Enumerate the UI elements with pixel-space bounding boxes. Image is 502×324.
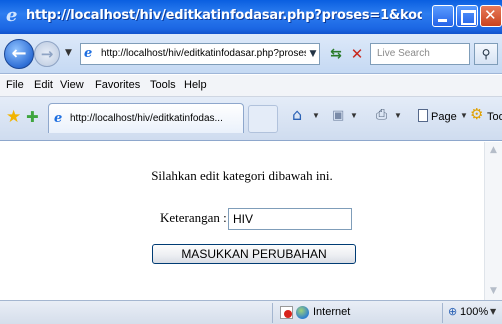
keterangan-input[interactable]: HIV (228, 208, 352, 230)
close-button[interactable] (480, 5, 502, 27)
print-dropdown-icon[interactable]: ▼ (394, 111, 402, 120)
zoom-icon[interactable]: ⊕ (448, 305, 457, 318)
page-menu[interactable]: Page (431, 111, 457, 123)
security-zone: Internet (313, 306, 351, 318)
zoom-level[interactable]: 100% (460, 306, 488, 318)
browser-window: e http://localhost/hiv/editkatinfodasar.… (0, 0, 502, 324)
back-arrow-icon: ← (11, 43, 27, 64)
home-icon[interactable]: ⌂ (292, 107, 302, 123)
menu-edit[interactable]: Edit (34, 79, 53, 91)
add-favorite-icon[interactable]: ✚ (26, 109, 39, 126)
menu-help[interactable]: Help (184, 79, 207, 91)
zoom-dropdown-icon[interactable]: ▼ (490, 307, 496, 316)
window-title: http://localhost/hiv/editkatinfodasar.ph… (26, 8, 422, 23)
instruction-text: Silahkan edit kategori dibawah ini. (151, 168, 333, 183)
new-tab-button[interactable] (248, 105, 278, 133)
chevron-down-icon[interactable]: ▼ (65, 48, 72, 58)
url-dropdown-icon[interactable]: ▼ (307, 45, 319, 63)
minimize-button[interactable] (432, 5, 454, 27)
protected-mode-icon (280, 306, 293, 319)
page-icon[interactable] (418, 109, 428, 122)
forward-arrow-icon: → (40, 45, 54, 63)
page-favicon-icon: e (84, 46, 93, 61)
address-bar: ← → ▼ e http://localhost/hiv/editkatinfo… (0, 34, 502, 74)
status-bar: Internet ⊕ 100% ▼ (0, 300, 502, 324)
feeds-icon[interactable]: ▣ (332, 109, 344, 123)
menu-file[interactable]: File (6, 79, 24, 91)
stop-icon[interactable]: ✕ (348, 43, 366, 65)
tab-label: http://localhost/hiv/editkatinfodas... (70, 113, 223, 124)
printer-icon[interactable]: ⎙ (376, 108, 387, 122)
maximize-button[interactable] (456, 5, 478, 27)
tools-gear-icon[interactable]: ⚙ (470, 107, 483, 122)
menu-favorites[interactable]: Favorites (95, 79, 140, 91)
back-button[interactable]: ← (4, 39, 34, 69)
page-dropdown-icon[interactable]: ▼ (460, 111, 468, 120)
scroll-down-icon[interactable]: ▼ (485, 283, 502, 300)
keterangan-label: Keterangan : (160, 210, 227, 225)
tab-current[interactable]: e http://localhost/hiv/editkatinfodas... (48, 103, 244, 133)
tab-favicon-icon: e (54, 111, 63, 126)
search-placeholder: Live Search (377, 48, 430, 59)
feeds-dropdown-icon[interactable]: ▼ (350, 111, 358, 120)
url-text[interactable]: http://localhost/hiv/editkatinfodasar.ph… (101, 48, 306, 59)
menu-tools[interactable]: Tools (150, 79, 176, 91)
command-bar: ★ ✚ e http://localhost/hiv/editkatinfoda… (0, 97, 502, 141)
globe-icon (296, 306, 309, 319)
submit-button[interactable]: MASUKKAN PERUBAHAN (152, 244, 356, 264)
status-divider (272, 303, 273, 323)
title-bar[interactable]: e http://localhost/hiv/editkatinfodasar.… (0, 0, 502, 34)
menu-view[interactable]: View (60, 79, 84, 91)
scroll-up-icon[interactable]: ▲ (485, 142, 502, 159)
search-icon[interactable]: ⚲ (474, 43, 498, 65)
page-content: Silahkan edit kategori dibawah ini. Kete… (0, 142, 484, 300)
tools-menu[interactable]: Tools (487, 111, 502, 123)
refresh-icon[interactable]: ⇆ (326, 43, 346, 65)
ie-logo-icon: e (6, 5, 18, 26)
url-field[interactable]: e http://localhost/hiv/editkatinfodasar.… (80, 43, 320, 65)
search-input[interactable]: Live Search (370, 43, 470, 65)
favorites-star-icon[interactable]: ★ (6, 109, 21, 126)
status-divider (442, 303, 443, 323)
home-dropdown-icon[interactable]: ▼ (312, 111, 320, 120)
menu-bar: File Edit View Favorites Tools Help (0, 75, 502, 97)
vertical-scrollbar[interactable]: ▲ ▼ (484, 142, 502, 300)
forward-button[interactable]: → (34, 41, 60, 67)
